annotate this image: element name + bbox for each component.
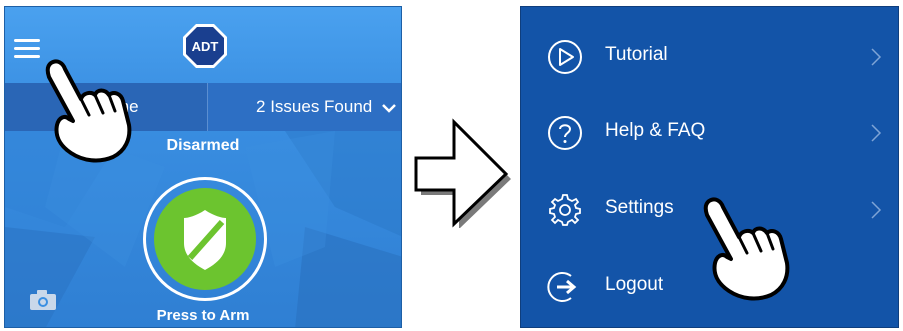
chevron-right-icon <box>871 48 882 66</box>
pointing-hand-icon <box>45 59 132 163</box>
chevron-down-icon <box>382 103 396 113</box>
pointing-hand-icon <box>703 197 790 301</box>
play-circle-icon <box>548 40 582 74</box>
right-arrow-icon <box>414 118 511 228</box>
menu-item-label: Settings <box>605 197 674 218</box>
side-menu: Tutorial Help & FAQ Settings Logout <box>520 6 899 328</box>
security-app-home-screen: ADT me 2 Issues Found Disarmed Press to … <box>4 6 402 328</box>
arm-button-fill <box>154 188 256 290</box>
chevron-right-icon <box>871 201 882 219</box>
question-circle-icon <box>548 116 582 150</box>
camera-icon[interactable] <box>29 289 57 311</box>
logout-icon <box>547 272 577 302</box>
chevron-right-icon <box>871 124 882 142</box>
issues-dropdown[interactable]: 2 Issues Found <box>207 83 401 131</box>
menu-item-label: Help & FAQ <box>605 120 706 141</box>
arm-button[interactable] <box>143 177 267 301</box>
menu-item-label: Logout <box>605 274 664 295</box>
shield-icon <box>184 210 226 270</box>
arm-button-label: Press to Arm <box>156 307 250 324</box>
issues-label: 2 Issues Found <box>256 97 373 116</box>
menu-item-tutorial[interactable]: Tutorial <box>521 27 898 87</box>
adt-logo: ADT <box>183 24 227 68</box>
svg-text:ADT: ADT <box>192 39 219 54</box>
gear-icon <box>549 194 581 226</box>
menu-item-help[interactable]: Help & FAQ <box>521 103 898 163</box>
menu-item-label: Tutorial <box>605 44 668 65</box>
